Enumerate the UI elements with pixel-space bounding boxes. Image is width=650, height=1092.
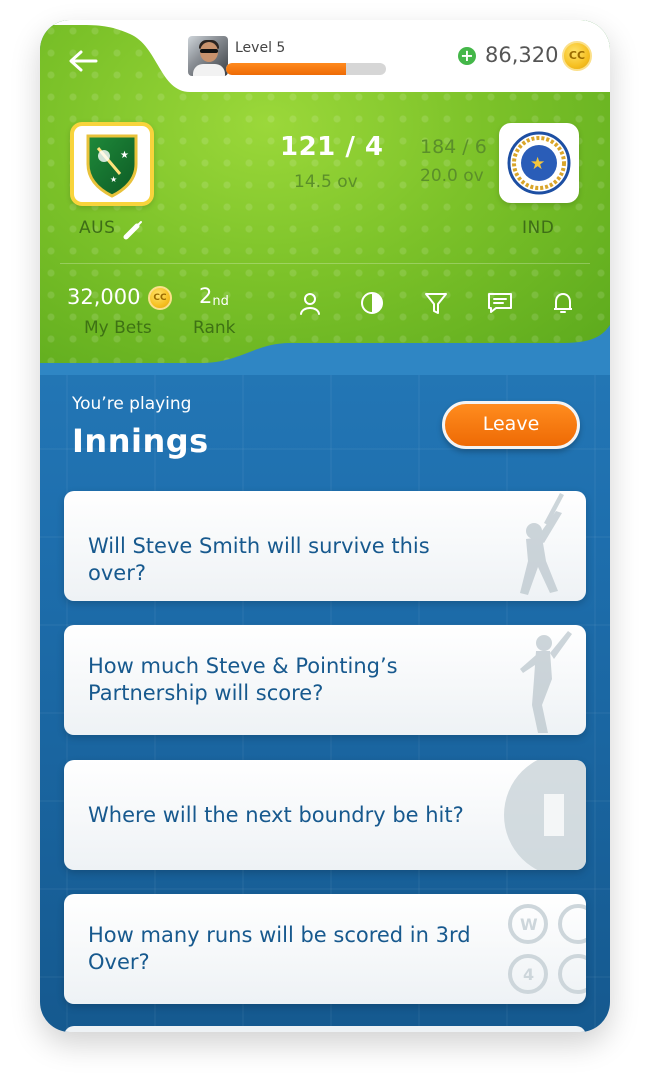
question-card[interactable]: Will Steve Smith will survive this over? [64,491,586,601]
contrast-icon [361,292,383,314]
batting-icon [123,221,142,240]
batsman-silhouette-icon [520,493,564,595]
svg-text:4: 4 [523,965,534,984]
svg-text:★: ★ [530,154,545,174]
avatar[interactable] [188,36,228,76]
run-balls-icon: W 4 [508,904,586,994]
rank-label: Rank [193,318,236,338]
svg-text:★: ★ [110,175,117,184]
leave-button[interactable]: Leave [442,401,580,449]
game-title: Innings [72,422,209,460]
question-card-partial[interactable] [64,1026,586,1032]
header-divider [60,263,590,264]
rank-suffix: nd [212,294,229,309]
question-text: How much Steve & Pointing’s Partnership … [88,654,398,705]
notifications-button[interactable] [550,290,576,316]
filter-button[interactable] [423,290,449,316]
question-text: How many runs will be scored in 3rd Over… [88,923,471,974]
my-bets-label: My Bets [84,318,152,338]
overs-other: 20.0 ov [420,166,484,186]
bowler-silhouette-icon [520,631,572,733]
question-text: Will Steve Smith will survive this over? [88,534,430,585]
question-text: Where will the next boundry be hit? [88,803,464,827]
question-card[interactable]: Where will the next boundry be hit? [64,760,586,870]
svg-text:★: ★ [120,150,129,161]
my-bets-value: 32,000 [67,285,141,309]
question-card[interactable]: How many runs will be scored in 3rd Over… [64,894,586,1004]
team-away-name: IND [522,218,555,238]
level-progress-bar [226,63,386,75]
coin-balance: 86,320 [485,43,559,67]
level-label: Level 5 [235,40,286,56]
filter-icon [425,293,447,314]
score-current: 121 / 4 [280,132,384,162]
back-button[interactable] [66,46,100,76]
arrow-left-icon [69,50,98,72]
playing-label: You’re playing [72,394,192,414]
theme-button[interactable] [359,290,385,316]
coin-icon: CC [148,286,172,310]
person-icon [300,293,320,315]
india-crest-icon: ★ [507,131,571,195]
rank-number: 2 [199,284,213,308]
level-progress-fill [226,63,346,75]
australia-crest-icon: ★ ★ [86,134,138,198]
chat-icon [488,293,512,313]
app-screen: Level 5 + 86,320 CC ★ ★ AUS 121 / 4 14.5… [40,20,610,1032]
team-away-badge[interactable]: ★ [499,123,579,203]
players-button[interactable] [297,290,323,316]
coin-icon: CC [562,41,592,71]
team-home-name: AUS [79,218,116,238]
score-other: 184 / 6 [420,136,487,158]
pitch-field-icon [504,760,586,870]
question-card[interactable]: How much Steve & Pointing’s Partnership … [64,625,586,735]
add-coins-button[interactable]: + [458,47,476,65]
team-home-badge[interactable]: ★ ★ [70,122,154,206]
chat-button[interactable] [486,290,512,316]
svg-text:W: W [520,915,538,934]
rank-value: 2nd [199,284,229,309]
bell-icon [554,293,572,313]
overs-current: 14.5 ov [294,172,358,192]
